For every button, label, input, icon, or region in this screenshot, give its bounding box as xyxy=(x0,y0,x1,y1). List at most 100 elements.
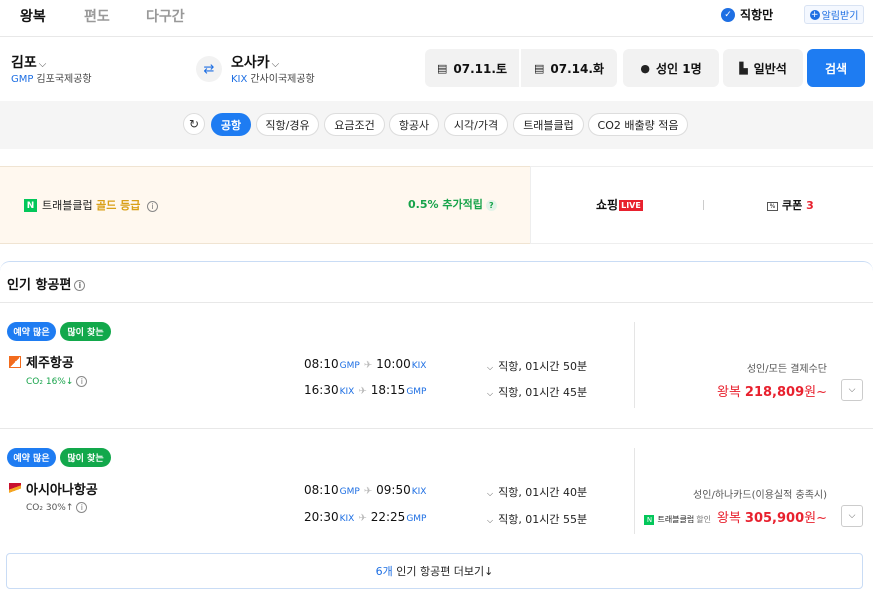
shopping-coupon-banner xyxy=(530,166,873,244)
extra-points: 0.5% 추가적립? xyxy=(408,196,497,212)
info-icon[interactable]: i xyxy=(76,376,88,387)
swap-icon[interactable]: ⇄ xyxy=(196,56,222,82)
more-text: 인기 항공편 더보기↓ xyxy=(396,565,494,578)
filter-direct-transfer[interactable]: 직항/경유 xyxy=(256,113,319,136)
airline-name: 아시아나항공 xyxy=(26,483,98,498)
filter-co2[interactable]: CO2 배출량 적음 xyxy=(588,113,688,136)
info-icon[interactable]: i xyxy=(76,502,88,513)
alarm-button[interactable]: + 알림받기 xyxy=(804,5,864,24)
origin-selector[interactable]: 김포 ⌵ xyxy=(11,52,46,72)
filter-airline[interactable]: 항공사 xyxy=(389,113,439,136)
direct-only-label: 직항만 xyxy=(740,8,774,22)
filter-time-price[interactable]: 시각/가격 xyxy=(444,113,508,136)
return-date: 07.14.화 xyxy=(550,61,604,76)
chevron-down-icon: ⌵ xyxy=(848,511,856,521)
divider xyxy=(0,302,873,303)
chevron-down-icon: ⌵ xyxy=(271,59,280,70)
price-label: 왕복 xyxy=(717,385,741,400)
more-popular-flights-button[interactable]: 6개 인기 항공편 더보기↓ xyxy=(6,553,863,589)
arr-time: 09:50 xyxy=(376,483,411,497)
naver-logo-icon: N xyxy=(24,199,37,212)
info-icon[interactable]: i xyxy=(146,200,158,212)
origin-airport-name: 김포국제공항 xyxy=(36,74,92,85)
help-icon[interactable]: ? xyxy=(485,199,497,211)
tc-discount: 할인 xyxy=(696,515,711,524)
divider xyxy=(634,448,635,534)
origin-city: 김포 xyxy=(11,55,37,71)
popular-title-text: 인기 항공편 xyxy=(7,278,72,293)
return-duration[interactable]: ⌵ 직항, 01시간 45분 xyxy=(487,384,587,400)
destination-city: 오사카 xyxy=(231,55,270,71)
badge-most-searched: 많이 찾는 xyxy=(60,448,111,467)
price-label: 왕복 xyxy=(717,511,741,526)
travel-club-prefix: 트래블클럽 xyxy=(42,199,93,212)
arr-time: 22:25 xyxy=(370,510,406,524)
search-button[interactable]: 검색 xyxy=(807,49,865,87)
plane-icon: ✈ xyxy=(358,386,367,397)
dep-code: GMP xyxy=(339,361,360,371)
refresh-icon[interactable]: ↻ xyxy=(183,113,205,135)
travel-club-grade: 트래블클럽 골드 등급 i xyxy=(42,197,158,213)
arr-time: 10:00 xyxy=(376,357,411,371)
popular-title: 인기 항공편 i xyxy=(7,274,86,293)
co2-value: CO₂ 16%↓ xyxy=(26,377,74,387)
coupon-label: 쿠폰 xyxy=(782,199,803,212)
outbound-times: 08:10GMP ✈ 09:50KIX xyxy=(304,483,426,497)
divider xyxy=(703,200,704,210)
shopping-label: 쇼핑 xyxy=(596,198,619,212)
coupon-icon: % xyxy=(767,201,778,211)
check-icon: ✓ xyxy=(721,7,735,22)
popular-flights-panel xyxy=(0,261,873,600)
return-duration[interactable]: ⌵ 직항, 01시간 55분 xyxy=(487,511,587,527)
plus-icon: + xyxy=(809,9,820,20)
coupon-link[interactable]: % 쿠폰 3 xyxy=(767,197,814,213)
direct-only-toggle[interactable]: ✓ 직항만 xyxy=(721,6,773,23)
price-value: 305,900 xyxy=(744,511,805,526)
cabin-field[interactable]: ▙ 일반석 xyxy=(723,49,803,87)
shopping-live-link[interactable]: 쇼핑 LIVE xyxy=(596,196,643,213)
destination-selector[interactable]: 오사카 ⌵ xyxy=(231,52,279,72)
tab-round-trip[interactable]: 왕복 xyxy=(20,6,46,26)
flight-2-price[interactable]: N 트래블클럽 할인 왕복 305,900원~ xyxy=(644,507,827,526)
arr-code: GMP xyxy=(406,514,427,524)
depart-date: 07.11.토 xyxy=(453,61,507,76)
seat-icon: ▙ xyxy=(739,61,748,75)
dep-code: KIX xyxy=(339,514,355,524)
tc-label: 트래블클럽 xyxy=(657,515,695,524)
expand-button[interactable]: ⌵ xyxy=(841,379,863,401)
depart-date-field[interactable]: ▤ 07.11.토 xyxy=(425,49,519,87)
return-date-field[interactable]: ▤ 07.14.화 xyxy=(521,49,617,87)
expand-button[interactable]: ⌵ xyxy=(841,505,863,527)
chevron-down-icon: ⌵ xyxy=(487,489,494,498)
flight-1-price[interactable]: 왕복 218,809원~ xyxy=(717,381,827,400)
outbound-duration[interactable]: ⌵ 직항, 01시간 50분 xyxy=(487,358,587,374)
dep-time: 20:30 xyxy=(304,510,339,524)
badge-most-booked: 예약 많은 xyxy=(7,322,56,341)
cabin-value: 일반석 xyxy=(753,61,787,76)
tab-multi-city[interactable]: 다구간 xyxy=(146,6,185,26)
badge-most-searched: 많이 찾는 xyxy=(60,322,111,341)
passengers-value: 성인 1명 xyxy=(655,61,702,76)
passengers-field[interactable]: ● 성인 1명 xyxy=(623,49,719,87)
co2-indicator: CO₂ 16%↓ i xyxy=(26,376,88,387)
travel-club-discount: N 트래블클럽 할인 xyxy=(644,514,711,525)
price-suffix: 원~ xyxy=(804,511,827,526)
filter-travel-club[interactable]: 트래블클럽 xyxy=(513,113,584,136)
outbound-duration[interactable]: ⌵ 직항, 01시간 40분 xyxy=(487,484,587,500)
dep-time: 08:10 xyxy=(304,483,339,497)
destination-airport: KIX 간사이국제공항 xyxy=(231,70,315,85)
info-icon[interactable]: i xyxy=(74,280,86,291)
jeju-air-logo-icon xyxy=(9,355,21,368)
price-value: 218,809 xyxy=(744,385,805,400)
destination-code: KIX xyxy=(231,74,248,85)
chevron-down-icon: ⌵ xyxy=(848,385,856,395)
arr-code: KIX xyxy=(411,487,427,497)
filter-airport[interactable]: 공항 xyxy=(211,113,251,136)
flight-1-airline: 제주항공 xyxy=(9,352,74,371)
return-times: 20:30KIX ✈ 22:25GMP xyxy=(304,510,426,524)
chevron-down-icon: ⌵ xyxy=(487,516,494,525)
filter-fare-conditions[interactable]: 요금조건 xyxy=(324,113,385,136)
tab-one-way[interactable]: 편도 xyxy=(84,6,110,26)
more-count: 6개 xyxy=(375,565,393,578)
chevron-down-icon: ⌵ xyxy=(487,363,494,372)
